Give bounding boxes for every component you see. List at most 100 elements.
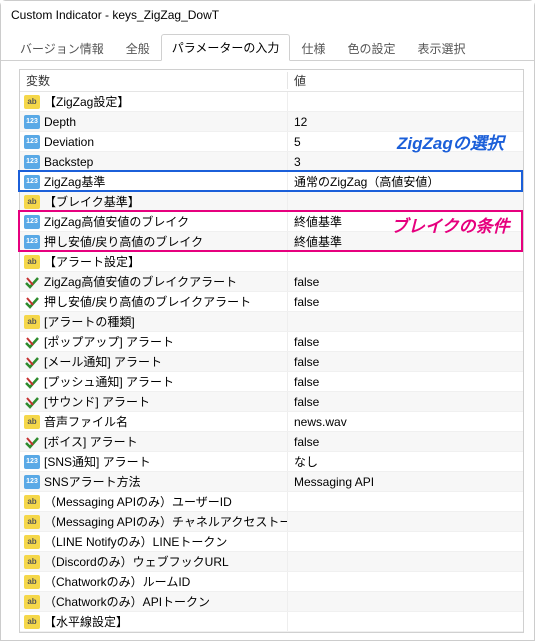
param-value-cell[interactable]: [288, 492, 523, 511]
param-row[interactable]: ab【ブレイク基準】: [20, 192, 523, 212]
param-value-cell[interactable]: [288, 612, 523, 631]
number-type-icon: 123: [24, 115, 40, 129]
param-row[interactable]: 123Backstep3: [20, 152, 523, 172]
window-title-text: Custom Indicator - keys_ZigZag_DowT: [11, 8, 219, 22]
param-value-cell[interactable]: false: [288, 372, 523, 391]
param-row[interactable]: 123 ZigZag高値安値のブレイク 終値基準: [20, 212, 523, 232]
param-value-cell[interactable]: 通常のZigZag（高値安値）: [288, 172, 523, 191]
param-name-cell: ab[アラートの種類]: [20, 312, 288, 331]
param-value-cell[interactable]: [288, 312, 523, 331]
tab-spec[interactable]: 仕様: [290, 35, 336, 61]
param-name-text: SNSアラート方法: [44, 473, 141, 490]
param-row[interactable]: 押し安値/戻り高値のブレイクアラートfalse: [20, 292, 523, 312]
param-value-cell[interactable]: 終値基準: [288, 212, 523, 231]
param-row[interactable]: ab（LINE Notifyのみ）LINEトークン: [20, 532, 523, 552]
column-header-variable[interactable]: 変数: [20, 72, 288, 89]
param-name-cell: 123Deviation: [20, 132, 288, 151]
tab-display[interactable]: 表示選択: [406, 35, 476, 61]
param-name-text: 音声ファイル名: [44, 413, 128, 430]
parameters-grid: 変数 値 ab 【ZigZag設定】 123 Depth 12 123Deviation 5…: [19, 69, 524, 633]
param-row[interactable]: [サウンド] アラート false: [20, 392, 523, 412]
param-name-text: Depth: [44, 115, 76, 129]
param-value-text: 終値基準: [294, 233, 342, 250]
param-name-cell: 123 ZigZag高値安値のブレイク: [20, 212, 288, 231]
param-name-text: 【ブレイク基準】: [44, 193, 140, 210]
bool-type-icon: [24, 435, 40, 449]
string-type-icon: ab: [24, 615, 40, 629]
string-type-icon: ab: [24, 495, 40, 509]
param-value-cell[interactable]: false: [288, 352, 523, 371]
param-value-cell[interactable]: [288, 512, 523, 531]
param-value-cell[interactable]: false: [288, 272, 523, 291]
tab-colors[interactable]: 色の設定: [336, 35, 406, 61]
param-row[interactable]: ab 【水平線設定】: [20, 612, 523, 632]
param-name-cell: 押し安値/戻り高値のブレイクアラート: [20, 292, 288, 311]
param-value-cell[interactable]: [288, 192, 523, 211]
param-row[interactable]: 123押し安値/戻り高値のブレイク終値基準: [20, 232, 523, 252]
param-row[interactable]: 123 Depth 12: [20, 112, 523, 132]
param-value-cell[interactable]: なし: [288, 452, 523, 471]
param-value-text: 12: [294, 115, 307, 129]
param-value-cell[interactable]: 12: [288, 112, 523, 131]
param-row[interactable]: [プッシュ通知] アラートfalse: [20, 372, 523, 392]
param-value-cell[interactable]: false: [288, 392, 523, 411]
param-value-text: 通常のZigZag（高値安値）: [294, 173, 439, 190]
param-value-cell[interactable]: 5: [288, 132, 523, 151]
param-name-text: （Messaging APIのみ）ユーザーID: [44, 493, 232, 510]
param-row[interactable]: ab（Messaging APIのみ）チャネルアクセストークン: [20, 512, 523, 532]
param-name-text: 【ZigZag設定】: [44, 93, 129, 110]
param-value-cell[interactable]: [288, 592, 523, 611]
param-value-cell[interactable]: false: [288, 332, 523, 351]
param-row[interactable]: [ポップアップ] アラートfalse: [20, 332, 523, 352]
param-row[interactable]: ab （Messaging APIのみ）ユーザーID: [20, 492, 523, 512]
param-value-cell[interactable]: [288, 92, 523, 111]
param-name-cell: ab （Messaging APIのみ）ユーザーID: [20, 492, 288, 511]
param-name-cell: ab 【ZigZag設定】: [20, 92, 288, 111]
param-value-cell[interactable]: Messaging API: [288, 472, 523, 491]
param-row[interactable]: ab音声ファイル名news.wav: [20, 412, 523, 432]
param-row[interactable]: [メール通知] アラートfalse: [20, 352, 523, 372]
param-value-cell[interactable]: [288, 252, 523, 271]
param-value-cell[interactable]: false: [288, 432, 523, 451]
param-value-cell[interactable]: [288, 532, 523, 551]
param-value-cell[interactable]: [288, 552, 523, 571]
param-value-cell[interactable]: 終値基準: [288, 232, 523, 251]
param-name-text: [サウンド] アラート: [44, 393, 150, 410]
param-name-text: （Chatworkのみ）APIトークン: [44, 593, 210, 610]
string-type-icon: ab: [24, 95, 40, 109]
column-header-value[interactable]: 値: [288, 72, 523, 89]
param-value-cell[interactable]: 3: [288, 152, 523, 171]
param-row[interactable]: ab[アラートの種類]: [20, 312, 523, 332]
param-row[interactable]: 123Deviation 5: [20, 132, 523, 152]
param-value-cell[interactable]: false: [288, 292, 523, 311]
param-value-cell[interactable]: [288, 572, 523, 591]
param-name-cell: 123Backstep: [20, 152, 288, 171]
tab-general[interactable]: 全般: [115, 35, 161, 61]
tab-version-info[interactable]: バージョン情報: [9, 35, 115, 61]
tab-parameters[interactable]: パラメーターの入力: [161, 34, 291, 61]
param-value-text: false: [294, 335, 319, 349]
param-row[interactable]: ab（Chatworkのみ）ルームID: [20, 572, 523, 592]
bool-type-icon: [24, 355, 40, 369]
param-name-cell: 123 Depth: [20, 112, 288, 131]
param-row[interactable]: [ボイス] アラートfalse: [20, 432, 523, 452]
param-row[interactable]: 123SNSアラート方法 Messaging API: [20, 472, 523, 492]
parameters-panel: 変数 値 ab 【ZigZag設定】 123 Depth 12 123Deviation 5…: [1, 61, 534, 643]
param-row[interactable]: ab（Chatworkのみ）APIトークン: [20, 592, 523, 612]
param-row[interactable]: ab【アラート設定】: [20, 252, 523, 272]
param-name-cell: 123SNSアラート方法: [20, 472, 288, 491]
param-row[interactable]: ZigZag高値安値のブレイクアラートfalse: [20, 272, 523, 292]
param-row[interactable]: ab 【ZigZag設定】: [20, 92, 523, 112]
param-row[interactable]: ab（Discordのみ）ウェブフックURL: [20, 552, 523, 572]
param-value-cell[interactable]: news.wav: [288, 412, 523, 431]
param-value-text: Messaging API: [294, 475, 374, 489]
param-row[interactable]: 123ZigZag基準通常のZigZag（高値安値）: [20, 172, 523, 192]
param-name-text: ZigZag基準: [44, 173, 105, 190]
param-name-text: 【水平線設定】: [44, 613, 128, 630]
param-row[interactable]: 123[SNS通知] アラートなし: [20, 452, 523, 472]
param-name-text: ZigZag高値安値のブレイク: [44, 213, 189, 230]
tab-bar: バージョン情報 全般 パラメーターの入力 仕様 色の設定 表示選択: [1, 29, 534, 61]
param-value-text: 5: [294, 135, 301, 149]
number-type-icon: 123: [24, 215, 40, 229]
string-type-icon: ab: [24, 255, 40, 269]
